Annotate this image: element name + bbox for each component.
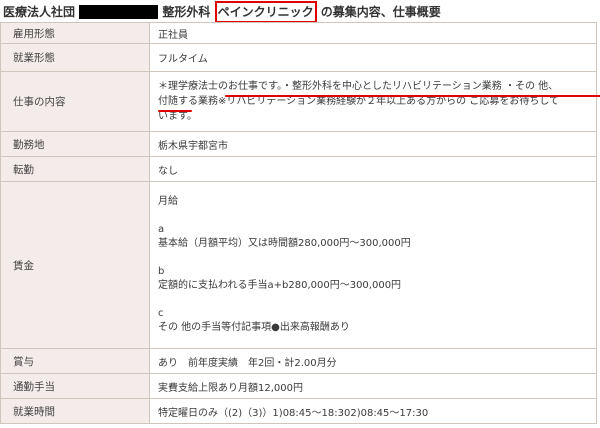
red-underline-experience bbox=[225, 95, 600, 97]
salary-line: 基本給（月額平均）又は時間額280,000円〜300,000円 bbox=[158, 238, 411, 249]
row-label-transfer: 転勤 bbox=[0, 156, 150, 182]
red-underline-experience-end bbox=[158, 110, 192, 112]
table-row: 賃金 月給 a 基本給（月額平均）又は時間額280,000円〜300,000円 … bbox=[0, 181, 597, 349]
page-title: 医療法人社団 整形外科 ペインクリニック の募集内容、仕事概要 bbox=[0, 0, 600, 24]
row-label-employment-type: 雇用形態 bbox=[0, 22, 150, 44]
salary-line: b bbox=[158, 266, 165, 277]
row-value-job-content: ＊理学療法士のお仕事です。・整形外科を中心としたリハビリテーション業務 ・その … bbox=[149, 71, 600, 132]
row-value-employment-type: 正社員 bbox=[149, 22, 597, 44]
row-label-location: 勤務地 bbox=[0, 131, 150, 157]
table-row: 仕事の内容 ＊理学療法士のお仕事です。・整形外科を中心としたリハビリテーション業… bbox=[0, 71, 600, 132]
redacted-name-block bbox=[79, 5, 159, 19]
salary-text: 月給 a 基本給（月額平均）又は時間額280,000円〜300,000円 b 定… bbox=[158, 193, 596, 337]
salary-line bbox=[158, 251, 596, 265]
job-details-table: 雇用形態 正社員 就業形態 フルタイム 仕事の内容 ＊理学療法士のお仕事です。・… bbox=[0, 22, 600, 424]
table-row: 転勤 なし bbox=[0, 156, 597, 182]
table-row: 就業時間 特定曜日のみ（(2)（3)）1)08:45〜18:302)08:45〜… bbox=[0, 398, 597, 424]
salary-line bbox=[158, 209, 596, 223]
row-label-work-style: 就業形態 bbox=[0, 43, 150, 72]
title-suffix: の募集内容、仕事概要 bbox=[320, 5, 441, 19]
salary-line: c bbox=[158, 308, 164, 319]
row-label-bonus: 賞与 bbox=[0, 348, 150, 374]
row-label-commute: 通勤手当 bbox=[0, 373, 150, 399]
job-content-line: います。 bbox=[158, 111, 197, 122]
table-row: 勤務地 栃木県宇都宮市 bbox=[0, 131, 597, 157]
row-value-bonus: あり 前年度実績 年2回・計2.00月分 bbox=[149, 348, 597, 374]
row-label-salary: 賃金 bbox=[0, 181, 150, 349]
title-clinic-highlight: ペインクリニック bbox=[214, 1, 317, 23]
job-content-text: ＊理学療法士のお仕事です。・整形外科を中心としたリハビリテーション業務 ・その … bbox=[158, 76, 600, 127]
row-value-location: 栃木県宇都宮市 bbox=[149, 131, 597, 157]
row-value-commute: 実費支給上限あり月額12,000円 bbox=[149, 373, 597, 399]
title-prefix: 医療法人社団 bbox=[3, 5, 76, 19]
salary-line: 定額的に支払われる手当a+b280,000円〜300,000円 bbox=[158, 280, 402, 291]
row-value-hours: 特定曜日のみ（(2)（3)）1)08:45〜18:302)08:45〜17:30 bbox=[149, 398, 597, 424]
table-row: 通勤手当 実費支給上限あり月額12,000円 bbox=[0, 373, 597, 399]
row-value-salary: 月給 a 基本給（月額平均）又は時間額280,000円〜300,000円 b 定… bbox=[149, 181, 597, 349]
table-row: 雇用形態 正社員 bbox=[0, 22, 597, 44]
row-value-transfer: なし bbox=[149, 156, 597, 182]
job-content-line: ＊理学療法士のお仕事です。・整形外科を中心としたリハビリテーション業務 ・その … bbox=[158, 81, 559, 92]
table-row: 就業形態 フルタイム bbox=[0, 43, 597, 72]
table-row: 賞与 あり 前年度実績 年2回・計2.00月分 bbox=[0, 348, 597, 374]
salary-line: その 他の手当等付記事項●出来高報酬あり bbox=[158, 322, 350, 333]
salary-line: a bbox=[158, 224, 165, 235]
title-dept: 整形外科 bbox=[162, 5, 211, 19]
salary-line: 月給 bbox=[158, 196, 178, 207]
row-label-job-content: 仕事の内容 bbox=[0, 71, 150, 132]
row-value-work-style: フルタイム bbox=[149, 43, 597, 72]
salary-line bbox=[158, 293, 596, 307]
row-label-hours: 就業時間 bbox=[0, 398, 150, 424]
